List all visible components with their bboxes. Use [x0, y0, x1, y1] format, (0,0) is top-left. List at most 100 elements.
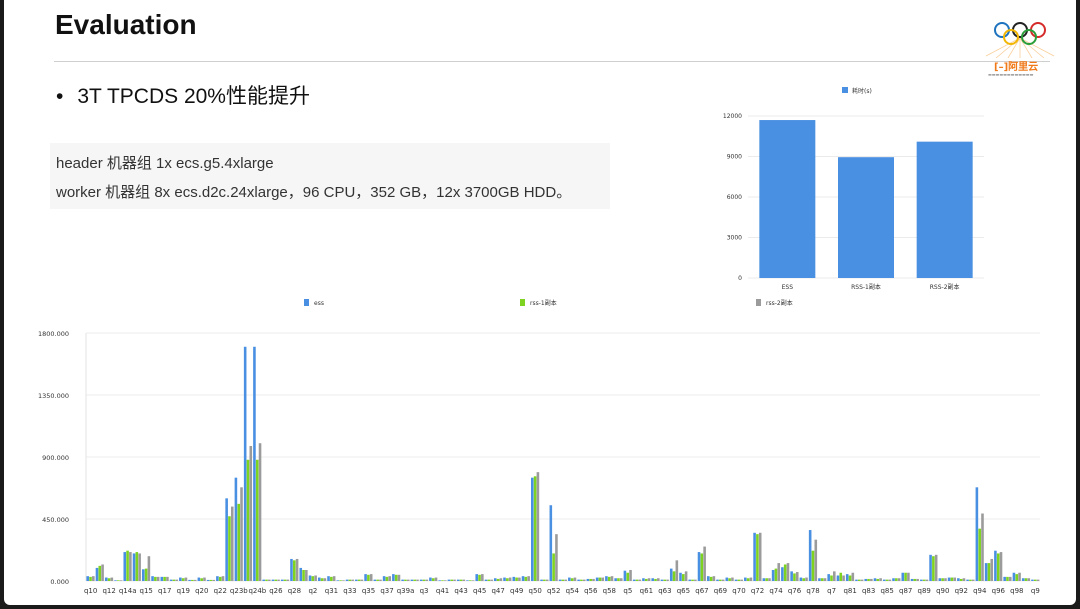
x-tick-label: q26: [269, 587, 283, 595]
bar: [200, 578, 203, 581]
bar: [808, 530, 812, 581]
bar: [885, 579, 889, 581]
bar: [466, 580, 469, 581]
bar: [336, 580, 340, 581]
bar: [290, 558, 293, 581]
bar: [999, 552, 1003, 581]
bar: [237, 503, 241, 581]
bar: [774, 568, 778, 581]
x-tick-label: q78: [806, 587, 819, 595]
bar: [499, 578, 503, 581]
y-tick-label: 3000: [727, 235, 742, 242]
bar: [295, 558, 299, 581]
bar: [462, 579, 466, 581]
bar: [555, 534, 558, 581]
brand-name: [–]阿里云: [994, 58, 1038, 73]
x-tick-label: q49: [510, 587, 523, 595]
bar: [255, 459, 259, 581]
x-tick-label: q33: [343, 587, 356, 595]
bar: [934, 554, 938, 581]
bar: [786, 563, 790, 581]
bar: [422, 579, 426, 581]
bar: [783, 564, 787, 581]
bar: [512, 576, 516, 581]
bar: [197, 577, 201, 581]
bar: [706, 576, 710, 581]
bar: [216, 576, 219, 581]
x-tick-label: q24b: [248, 587, 266, 595]
bar: [527, 576, 530, 581]
bar: [166, 576, 169, 581]
bar: [277, 579, 280, 581]
bar: [564, 579, 567, 581]
bar: [481, 574, 484, 581]
bar: [833, 571, 836, 581]
x-tick-label: q76: [788, 587, 802, 595]
bar: [1033, 579, 1037, 581]
bar: [280, 579, 284, 581]
bar: [848, 575, 852, 581]
bar: [151, 576, 154, 581]
bar: [984, 563, 988, 581]
bar: [258, 443, 262, 581]
bar: [688, 579, 692, 581]
x-tick-label: q58: [603, 587, 616, 595]
bar: [369, 574, 373, 581]
bar: [160, 576, 164, 581]
x-tick-label: q5: [623, 587, 632, 595]
bar: [642, 578, 645, 581]
x-tick-label: q87: [899, 587, 912, 595]
bar: [947, 577, 951, 581]
bar: [725, 577, 729, 581]
bar: [126, 550, 129, 581]
bar: [703, 546, 706, 581]
bar: [996, 553, 1000, 581]
bar: [404, 579, 407, 581]
bar: [524, 576, 528, 581]
bar: [907, 572, 910, 581]
bar: [1021, 578, 1025, 581]
bar: [521, 576, 525, 581]
bar: [221, 576, 225, 581]
legend-swatch: [304, 299, 309, 306]
y-tick-label: 12000: [723, 113, 742, 120]
bar: [746, 578, 750, 581]
bar: [573, 577, 577, 581]
x-tick-label: q35: [362, 587, 375, 595]
bar: [873, 578, 877, 581]
bar: [617, 578, 620, 581]
bar: [419, 579, 423, 581]
y-tick-label: 900.000: [42, 454, 69, 462]
bar: [845, 574, 849, 581]
bar: [119, 580, 123, 581]
bar: [138, 553, 141, 581]
legend-label: ess: [314, 300, 324, 307]
bar: [459, 579, 463, 581]
bar: [805, 577, 808, 581]
bar: [175, 579, 178, 581]
bar: [638, 579, 642, 581]
bar: [191, 579, 194, 581]
slide: Evaluation • 3T TPCDS 20%性能提升 header 机器组 …: [4, 0, 1076, 605]
bar: [503, 577, 506, 581]
bar: [920, 579, 923, 581]
bar: [456, 579, 460, 581]
bar: [558, 579, 562, 581]
bar: [1008, 576, 1012, 581]
spec-box: header 机器组 1x ecs.g5.4xlarge worker 机器组 …: [50, 143, 610, 209]
bar: [549, 505, 553, 581]
bar: [92, 576, 95, 581]
x-tick-label: q39a: [397, 587, 415, 595]
bar: [540, 579, 543, 581]
bar: [308, 575, 312, 581]
bar: [345, 579, 349, 581]
bar: [957, 578, 960, 581]
bar: [515, 577, 518, 581]
x-tick-label: q15: [140, 587, 153, 595]
bar: [990, 558, 994, 581]
bar: [795, 572, 799, 581]
bar: [663, 579, 667, 581]
bar: [545, 579, 549, 581]
y-tick-label: 0: [738, 275, 742, 282]
bar: [838, 157, 894, 278]
